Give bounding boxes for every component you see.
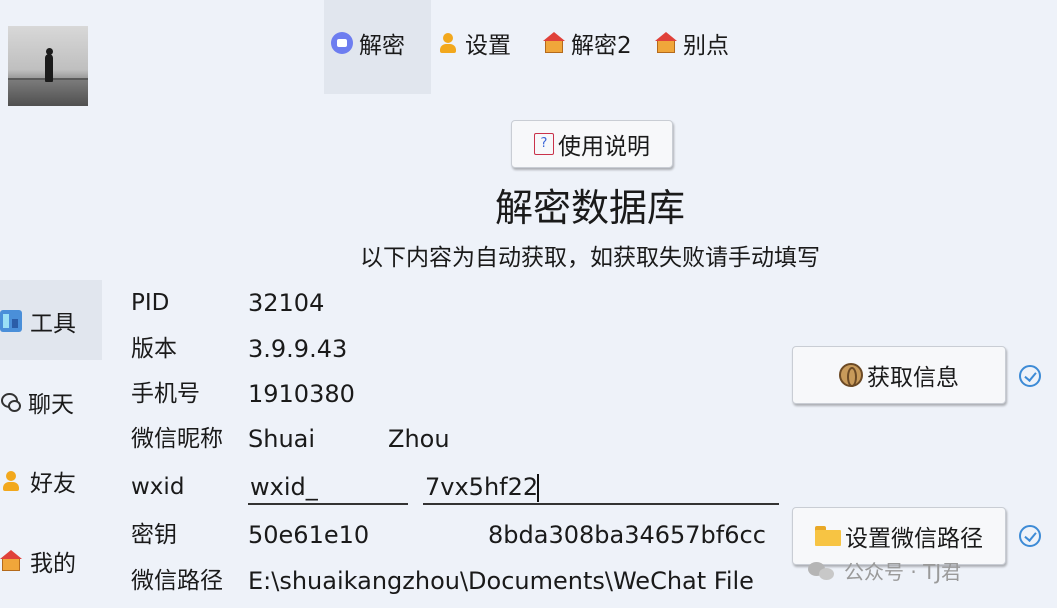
version-value: 3.9.9.43 [248,335,348,363]
chat-icon [0,392,21,412]
folder-icon [815,526,841,546]
sidebar-item-label: 好友 [30,471,76,497]
get-info-button-label: 获取信息 [867,365,959,391]
phone-label: 手机号 [131,381,200,407]
person-icon [437,32,459,54]
sidebar-item-mine[interactable]: 我的 [0,543,76,579]
key-value-left: 50e61e10 [248,521,370,549]
decrypt-icon [331,32,353,54]
wechat-path-label: 微信路径 [131,568,223,594]
tab-dont-click[interactable]: 别点 [655,26,729,60]
tab-settings[interactable]: 设置 [437,26,511,60]
tab-decrypt[interactable]: 解密 [331,26,405,60]
tab-label: 别点 [683,33,729,59]
wxid-label: wxid [131,474,185,500]
page-title: 解密数据库 [494,186,685,230]
version-label: 版本 [131,336,177,362]
tab-label: 解密 [359,33,405,59]
key-label: 密钥 [131,522,177,548]
avatar[interactable] [8,26,88,106]
pid-label: PID [131,290,170,316]
check-icon [1019,365,1041,387]
tab-label: 设置 [465,33,511,59]
nickname-label: 微信昵称 [131,426,223,452]
tab-label: 解密2 [571,33,632,59]
question-icon: ? [534,133,554,155]
help-button-label: 使用说明 [558,134,650,160]
key-value-right: 8bda308ba34657bf6cc [488,521,766,549]
house-icon [655,32,677,54]
wxid-input-left[interactable] [248,471,408,505]
watermark-text: 公众号 · TJ君 [844,560,962,584]
set-wechat-path-button-label: 设置微信路径 [845,526,983,552]
house-icon [543,32,565,54]
watermark: 公众号 · TJ君 [808,556,961,585]
sidebar-item-tools[interactable]: 工具 [0,303,76,339]
sidebar-item-friends[interactable]: 好友 [0,463,76,499]
phone-value: 1910380 [248,380,355,408]
nickname-last: Zhou [388,425,450,453]
help-button[interactable]: ? 使用说明 [511,120,673,168]
get-info-button[interactable]: 获取信息 [792,346,1006,404]
wechat-path-value: E:\shuaikangzhou\Documents\WeChat File [248,567,754,595]
pid-value: 32104 [248,289,325,317]
person-icon [0,470,22,492]
sidebar-item-label: 我的 [30,551,76,577]
page-subtitle: 以下内容为自动获取，如获取失败请手动填写 [360,245,820,271]
check-icon [1019,525,1041,547]
wxid-input-right[interactable] [423,471,779,505]
wechat-icon [808,560,838,582]
tool-icon [0,310,22,332]
avatar-ground [8,80,88,106]
text-caret [537,474,539,502]
sidebar-item-label: 工具 [30,311,76,337]
globe-icon [839,363,863,387]
avatar-person-body [45,54,53,82]
tab-decrypt2[interactable]: 解密2 [543,26,632,60]
house-icon [0,550,22,572]
nickname-first: Shuai [248,425,316,453]
sidebar-item-chat[interactable]: 聊天 [0,384,74,420]
sidebar-item-label: 聊天 [28,392,74,418]
